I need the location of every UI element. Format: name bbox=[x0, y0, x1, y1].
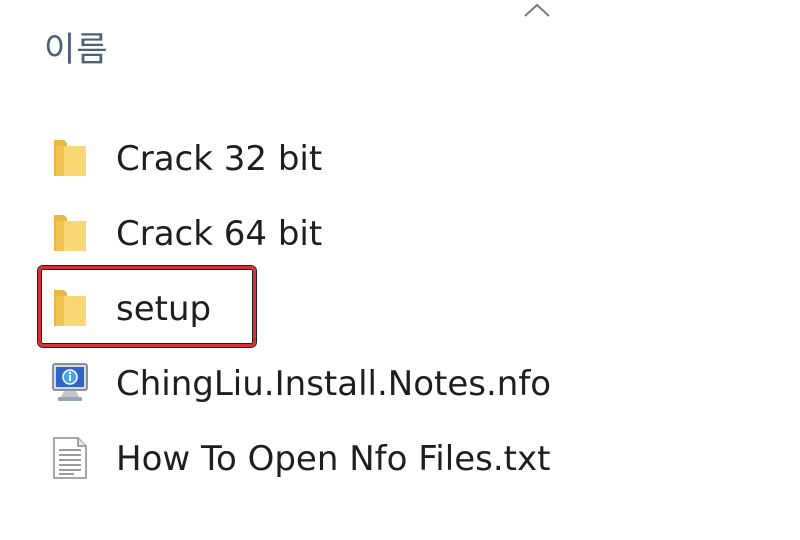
file-row-setup[interactable]: setup bbox=[0, 272, 800, 347]
file-list: Crack 32 bit Crack 64 bit setup ChingLiu… bbox=[0, 122, 800, 497]
folder-icon bbox=[54, 215, 86, 251]
folder-icon bbox=[54, 140, 86, 176]
column-header-name[interactable]: 이름 bbox=[44, 30, 109, 70]
nfo-file-icon bbox=[52, 363, 88, 401]
file-name: ChingLiu.Install.Notes.nfo bbox=[116, 364, 552, 404]
file-row-crack-64-bit[interactable]: Crack 64 bit bbox=[0, 197, 800, 272]
file-row-chingliu-install-notes[interactable]: ChingLiu.Install.Notes.nfo bbox=[0, 347, 800, 422]
file-name: Crack 64 bit bbox=[116, 214, 323, 254]
file-name: Crack 32 bit bbox=[116, 139, 323, 179]
text-file-icon bbox=[53, 437, 87, 479]
file-name: setup bbox=[116, 289, 212, 329]
folder-icon bbox=[54, 290, 86, 326]
file-row-crack-32-bit[interactable]: Crack 32 bit bbox=[0, 122, 800, 197]
file-name: How To Open Nfo Files.txt bbox=[116, 439, 551, 479]
file-row-how-to-open-nfo-files[interactable]: How To Open Nfo Files.txt bbox=[0, 422, 800, 497]
sort-ascending-chevron-icon[interactable] bbox=[522, 0, 552, 20]
file-explorer-view: 이름 Crack 32 bit Crack 64 bit setup Ching… bbox=[0, 0, 800, 540]
